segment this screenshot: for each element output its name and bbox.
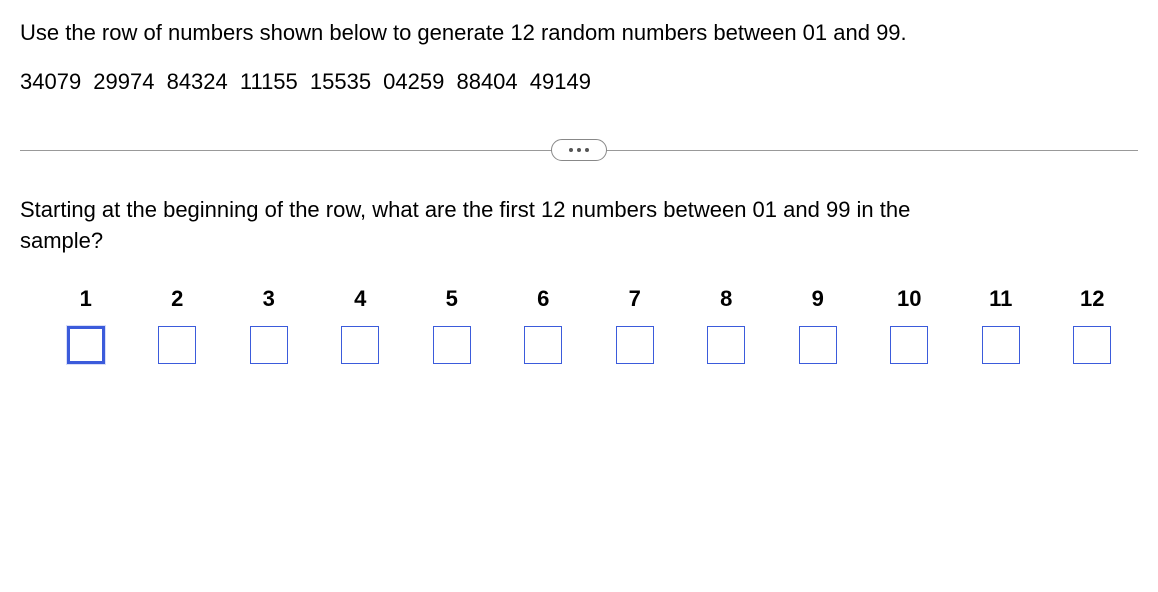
column-label: 2 [171, 286, 183, 312]
column-label: 10 [897, 286, 921, 312]
column-label: 9 [812, 286, 824, 312]
answer-column: 3 [223, 286, 315, 364]
answer-input-9[interactable] [799, 326, 837, 364]
column-label: 4 [354, 286, 366, 312]
answer-column: 2 [132, 286, 224, 364]
answer-input-3[interactable] [250, 326, 288, 364]
answer-input-8[interactable] [707, 326, 745, 364]
dots-icon [569, 148, 573, 152]
expand-toggle-button[interactable] [551, 139, 607, 161]
column-label: 12 [1080, 286, 1104, 312]
answer-column: 5 [406, 286, 498, 364]
instruction-text: Use the row of numbers shown below to ge… [20, 18, 1138, 49]
answer-column: 4 [315, 286, 407, 364]
answer-column: 8 [681, 286, 773, 364]
column-label: 3 [263, 286, 275, 312]
dots-icon [585, 148, 589, 152]
answer-input-2[interactable] [158, 326, 196, 364]
column-label: 8 [720, 286, 732, 312]
answer-column: 6 [498, 286, 590, 364]
answer-grid: 123456789101112 [20, 286, 1138, 364]
column-label: 1 [80, 286, 92, 312]
answer-input-12[interactable] [1073, 326, 1111, 364]
answer-column: 10 [864, 286, 956, 364]
answer-column: 7 [589, 286, 681, 364]
answer-input-4[interactable] [341, 326, 379, 364]
column-label: 11 [989, 286, 1012, 312]
answer-input-1[interactable] [67, 326, 105, 364]
answer-input-10[interactable] [890, 326, 928, 364]
answer-input-6[interactable] [524, 326, 562, 364]
section-divider [20, 135, 1138, 165]
answer-column: 9 [772, 286, 864, 364]
column-label: 6 [537, 286, 549, 312]
answer-input-7[interactable] [616, 326, 654, 364]
answer-column: 12 [1047, 286, 1139, 364]
dots-icon [577, 148, 581, 152]
random-number-row: 34079 29974 84324 11155 15535 04259 8840… [20, 69, 1138, 95]
answer-input-5[interactable] [433, 326, 471, 364]
column-label: 7 [629, 286, 641, 312]
answer-column: 1 [40, 286, 132, 364]
question-text: Starting at the beginning of the row, wh… [20, 195, 940, 257]
answer-input-11[interactable] [982, 326, 1020, 364]
column-label: 5 [446, 286, 458, 312]
answer-column: 11 [955, 286, 1047, 364]
